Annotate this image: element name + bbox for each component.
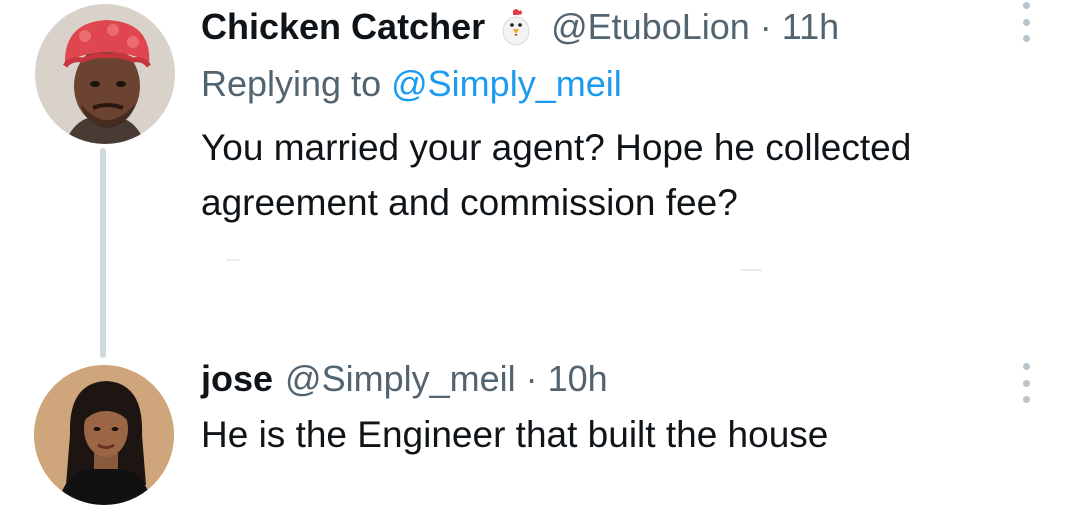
tweet-text-line: agreement and commission fee? <box>201 182 738 223</box>
timestamp[interactable]: 11h <box>782 5 839 49</box>
timestamp[interactable]: 10h <box>548 357 608 401</box>
vertical-ellipsis-icon <box>1022 363 1030 370</box>
chicken-emoji-icon <box>499 7 533 47</box>
vertical-ellipsis-icon <box>1022 2 1030 9</box>
avatar-jose-image <box>34 365 174 505</box>
more-options-button[interactable] <box>1016 2 1036 42</box>
replying-to-mention[interactable]: @Simply_meil <box>391 63 622 104</box>
thread-connector-line <box>100 148 106 358</box>
tweet-jose[interactable]: jose @Simply_meil · 10h He is the Engine… <box>0 345 1080 505</box>
avatar-chicken-catcher-image <box>35 4 175 144</box>
divider-mark <box>740 269 762 271</box>
user-handle[interactable]: @Simply_meil <box>285 357 516 401</box>
more-options-button[interactable] <box>1016 363 1036 403</box>
tweet-text: He is the Engineer that built the house <box>201 407 828 462</box>
tweet-header: Chicken Catcher @EtuboLion · 11h <box>201 5 839 49</box>
tweet-text: You married your agent? Hope he collecte… <box>201 120 911 230</box>
tweet-text-line: You married your agent? Hope he collecte… <box>201 127 912 168</box>
tweet-chicken-catcher[interactable]: Chicken Catcher @EtuboLion · 11h Replyin… <box>0 0 1080 358</box>
display-name[interactable]: jose <box>201 357 273 401</box>
avatar-chicken-catcher[interactable] <box>35 4 175 144</box>
tweet-text-line: He is the Engineer that built the house <box>201 414 829 455</box>
divider-mark <box>226 259 240 261</box>
tweet-header: jose @Simply_meil · 10h <box>201 357 608 401</box>
display-name[interactable]: Chicken Catcher <box>201 5 485 49</box>
replying-to-line: Replying to @Simply_meil <box>201 62 622 106</box>
user-handle[interactable]: @EtuboLion <box>551 5 750 49</box>
header-separator: · <box>759 6 772 47</box>
replying-to-label: Replying to <box>201 63 382 104</box>
header-separator: · <box>525 358 538 399</box>
avatar-jose[interactable] <box>34 365 174 505</box>
